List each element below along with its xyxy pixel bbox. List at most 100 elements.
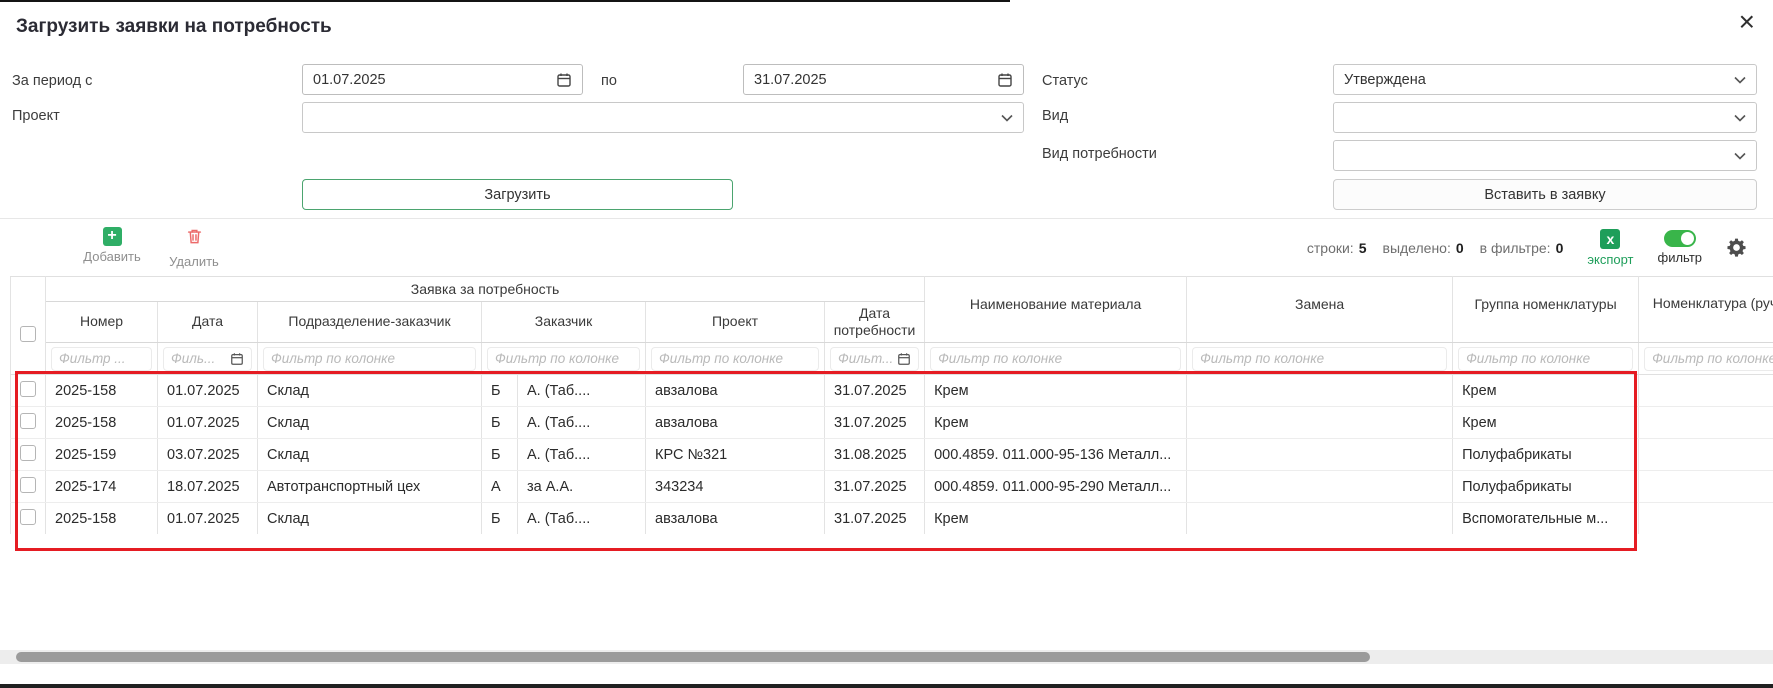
col-header-need-date[interactable]: Дата потребности bbox=[825, 302, 925, 343]
filter-input-need-date[interactable] bbox=[838, 351, 893, 366]
cell-group[interactable]: Вспомогательные м... bbox=[1453, 503, 1639, 535]
cell-replacement[interactable] bbox=[1187, 407, 1453, 439]
calendar-icon[interactable] bbox=[997, 72, 1013, 88]
cell-nomenclature[interactable] bbox=[1639, 471, 1773, 503]
cell-customer[interactable]: А. (Таб.... bbox=[518, 407, 646, 439]
cell-need-date[interactable]: 31.07.2025 bbox=[825, 375, 925, 407]
col-header-replacement[interactable]: Замена bbox=[1187, 277, 1453, 343]
row-checkbox[interactable] bbox=[20, 445, 36, 461]
cell-material[interactable]: 000.4859. 011.000-95-136 Металл... bbox=[925, 439, 1187, 471]
col-header-customer[interactable]: Заказчик bbox=[482, 302, 646, 343]
cell-group[interactable]: Полуфабрикаты bbox=[1453, 439, 1639, 471]
cell-nomenclature[interactable] bbox=[1639, 439, 1773, 471]
cell-date[interactable]: 01.07.2025 bbox=[158, 375, 258, 407]
calendar-icon[interactable] bbox=[897, 352, 911, 366]
cell-material[interactable]: Крем bbox=[925, 503, 1187, 535]
table-row[interactable]: 2025-158 01.07.2025 Склад Б А. (Таб.... … bbox=[11, 503, 1773, 535]
cell-number[interactable]: 2025-159 bbox=[46, 439, 158, 471]
cell-group[interactable]: Полуфабрикаты bbox=[1453, 471, 1639, 503]
cell-customer-prefix[interactable]: Б bbox=[482, 439, 518, 471]
cell-department[interactable]: Автотранспортный цех bbox=[258, 471, 482, 503]
cell-project[interactable]: 343234 bbox=[646, 471, 825, 503]
filter-input-customer[interactable] bbox=[495, 351, 632, 366]
cell-date[interactable]: 01.07.2025 bbox=[158, 503, 258, 535]
cell-need-date[interactable]: 31.07.2025 bbox=[825, 471, 925, 503]
horizontal-scrollbar-thumb[interactable] bbox=[16, 652, 1370, 662]
cell-project[interactable]: авзалова bbox=[646, 407, 825, 439]
cell-group[interactable]: Крем bbox=[1453, 375, 1639, 407]
cell-number[interactable]: 2025-174 bbox=[46, 471, 158, 503]
cell-date[interactable]: 18.07.2025 bbox=[158, 471, 258, 503]
col-header-project[interactable]: Проект bbox=[646, 302, 825, 343]
cell-need-date[interactable]: 31.07.2025 bbox=[825, 407, 925, 439]
cell-material[interactable]: 000.4859. 011.000-95-290 Металл... bbox=[925, 471, 1187, 503]
load-button[interactable]: Загрузить bbox=[302, 179, 733, 210]
cell-material[interactable]: Крем bbox=[925, 407, 1187, 439]
cell-nomenclature[interactable] bbox=[1639, 407, 1773, 439]
cell-project[interactable]: авзалова bbox=[646, 503, 825, 535]
row-checkbox[interactable] bbox=[20, 413, 36, 429]
cell-department[interactable]: Склад bbox=[258, 407, 482, 439]
cell-project[interactable]: авзалова bbox=[646, 375, 825, 407]
delete-button[interactable]: Удалить bbox=[158, 227, 230, 269]
cell-project[interactable]: КРС №321 bbox=[646, 439, 825, 471]
table-row[interactable]: 2025-158 01.07.2025 Склад Б А. (Таб.... … bbox=[11, 375, 1773, 407]
table-row[interactable]: 2025-174 18.07.2025 Автотранспортный цех… bbox=[11, 471, 1773, 503]
col-header-number[interactable]: Номер bbox=[46, 302, 158, 343]
cell-department[interactable]: Склад bbox=[258, 439, 482, 471]
cell-customer-prefix[interactable]: Б bbox=[482, 375, 518, 407]
horizontal-scrollbar-track[interactable] bbox=[0, 650, 1773, 664]
cell-date[interactable]: 03.07.2025 bbox=[158, 439, 258, 471]
filter-input-material[interactable] bbox=[938, 351, 1173, 366]
col-header-department[interactable]: Подразделение-заказчик bbox=[258, 302, 482, 343]
filter-input-replacement[interactable] bbox=[1200, 351, 1439, 366]
date-from-input[interactable]: 01.07.2025 bbox=[302, 64, 583, 95]
add-button[interactable]: + Добавить bbox=[76, 227, 148, 269]
filter-input-group[interactable] bbox=[1466, 351, 1625, 366]
filter-input-date[interactable] bbox=[171, 351, 226, 366]
need-kind-select[interactable] bbox=[1333, 140, 1757, 171]
settings-gear-icon[interactable] bbox=[1726, 237, 1747, 258]
kind-select[interactable] bbox=[1333, 102, 1757, 133]
table-row[interactable]: 2025-159 03.07.2025 Склад Б А. (Таб.... … bbox=[11, 439, 1773, 471]
col-header-group[interactable]: Группа номенклатуры bbox=[1453, 277, 1639, 343]
filter-input-number[interactable] bbox=[59, 351, 144, 366]
filter-toggle[interactable]: фильтр bbox=[1658, 230, 1702, 265]
table-row[interactable]: 2025-158 01.07.2025 Склад Б А. (Таб.... … bbox=[11, 407, 1773, 439]
cell-replacement[interactable] bbox=[1187, 503, 1453, 535]
cell-need-date[interactable]: 31.07.2025 bbox=[825, 503, 925, 535]
cell-nomenclature[interactable] bbox=[1639, 503, 1773, 535]
cell-customer[interactable]: за А.А. bbox=[518, 471, 646, 503]
export-excel-button[interactable]: x экспорт bbox=[1587, 229, 1633, 267]
select-all-checkbox[interactable] bbox=[20, 326, 36, 342]
cell-need-date[interactable]: 31.08.2025 bbox=[825, 439, 925, 471]
cell-material[interactable]: Крем bbox=[925, 375, 1187, 407]
filter-input-project[interactable] bbox=[659, 351, 811, 366]
cell-customer[interactable]: А. (Таб.... bbox=[518, 503, 646, 535]
cell-customer[interactable]: А. (Таб.... bbox=[518, 439, 646, 471]
row-checkbox[interactable] bbox=[20, 509, 36, 525]
date-to-input[interactable]: 31.07.2025 bbox=[743, 64, 1024, 95]
cell-replacement[interactable] bbox=[1187, 439, 1453, 471]
row-checkbox[interactable] bbox=[20, 477, 36, 493]
status-select[interactable]: Утверждена bbox=[1333, 64, 1757, 95]
cell-group[interactable]: Крем bbox=[1453, 407, 1639, 439]
row-checkbox[interactable] bbox=[20, 381, 36, 397]
filter-input-department[interactable] bbox=[271, 351, 468, 366]
cell-customer-prefix[interactable]: Б bbox=[482, 503, 518, 535]
calendar-icon[interactable] bbox=[230, 352, 244, 366]
cell-replacement[interactable] bbox=[1187, 471, 1453, 503]
cell-number[interactable]: 2025-158 bbox=[46, 375, 158, 407]
toggle-on-icon[interactable] bbox=[1664, 230, 1696, 247]
cell-department[interactable]: Склад bbox=[258, 503, 482, 535]
filter-input-nomenclature[interactable] bbox=[1652, 351, 1773, 366]
cell-customer[interactable]: А. (Таб.... bbox=[518, 375, 646, 407]
cell-customer-prefix[interactable]: А bbox=[482, 471, 518, 503]
col-header-date[interactable]: Дата bbox=[158, 302, 258, 343]
col-header-nomenclature[interactable]: Номенклатура (ручной ввод) bbox=[1639, 277, 1773, 343]
cell-date[interactable]: 01.07.2025 bbox=[158, 407, 258, 439]
cell-number[interactable]: 2025-158 bbox=[46, 503, 158, 535]
cell-nomenclature[interactable] bbox=[1639, 375, 1773, 407]
cell-customer-prefix[interactable]: Б bbox=[482, 407, 518, 439]
close-icon[interactable]: × bbox=[1739, 8, 1755, 36]
